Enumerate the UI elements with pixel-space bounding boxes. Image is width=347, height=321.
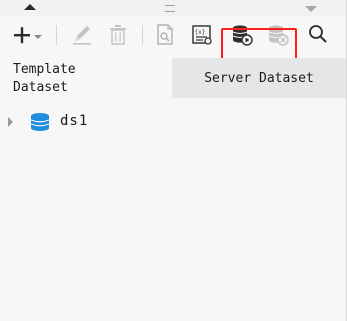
dataset-toolbar: {x} bbox=[0, 16, 346, 74]
dataset-panel: {x} Template Dataset Server Dataset ds1 bbox=[0, 0, 347, 321]
tab-template-dataset[interactable]: Template Dataset bbox=[0, 58, 172, 98]
dataset-parameters-button[interactable]: {x} bbox=[190, 22, 214, 48]
expand-arrow-icon[interactable] bbox=[8, 117, 13, 127]
dataset-params-icon: {x} bbox=[192, 25, 212, 45]
search-icon bbox=[309, 25, 327, 43]
dataset-tree: ds1 bbox=[0, 98, 346, 321]
add-dataset-button[interactable] bbox=[10, 22, 44, 48]
toolbar-separator bbox=[142, 25, 143, 45]
resize-grip-icon[interactable] bbox=[165, 5, 175, 12]
tab-template-line2: Dataset bbox=[13, 80, 68, 95]
dataset-tabs: Template Dataset Server Dataset bbox=[0, 58, 346, 98]
trash-icon bbox=[110, 25, 126, 45]
scroll-up-arrow-icon[interactable] bbox=[24, 4, 36, 10]
tab-template-line1: Template bbox=[13, 62, 76, 77]
search-button[interactable] bbox=[306, 22, 330, 48]
plus-icon bbox=[14, 27, 42, 44]
scroll-strip bbox=[0, 0, 346, 16]
scroll-down-arrow-icon[interactable] bbox=[305, 6, 317, 12]
tree-item-label: ds1 bbox=[60, 113, 89, 129]
pencil-icon bbox=[73, 26, 91, 45]
tab-server-label: Server Dataset bbox=[204, 71, 314, 86]
toolbar-separator bbox=[56, 25, 57, 45]
tree-item-ds1[interactable]: ds1 bbox=[0, 110, 346, 134]
edit-dataset-button[interactable] bbox=[70, 22, 94, 48]
preview-dataset-button[interactable] bbox=[153, 22, 177, 48]
tab-server-dataset[interactable]: Server Dataset bbox=[172, 58, 346, 98]
document-preview-icon bbox=[157, 24, 173, 45]
delete-dataset-button[interactable] bbox=[106, 22, 130, 48]
svg-text:{x}: {x} bbox=[195, 29, 206, 36]
database-icon bbox=[30, 113, 50, 131]
